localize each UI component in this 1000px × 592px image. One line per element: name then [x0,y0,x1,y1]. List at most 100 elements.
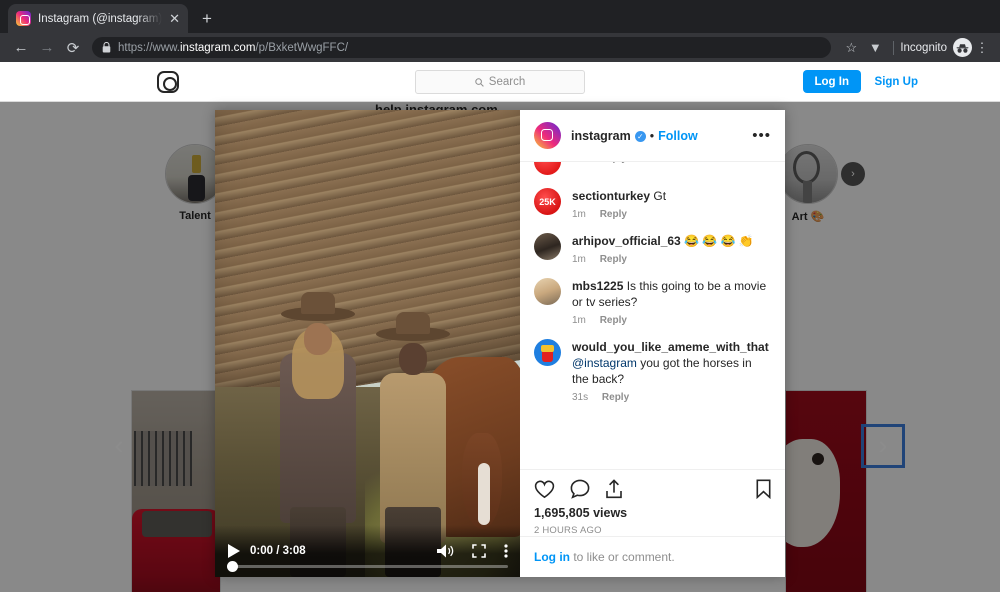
forward-button[interactable]: → [34,35,60,61]
url-host: instagram.com [180,41,256,54]
video-progress-handle[interactable] [227,561,238,572]
log-in-link[interactable]: Log in [534,550,570,564]
fullscreen-icon[interactable] [472,544,486,558]
search-icon [475,77,484,87]
separator-dot: • [649,128,655,143]
sign-up-link[interactable]: Sign Up [875,70,918,93]
toolbar-divider [893,40,895,55]
reload-button[interactable]: ⟳ [60,35,86,61]
comment-bubble-icon[interactable] [570,479,590,499]
comment-reply-button[interactable]: Reply [602,392,629,403]
comment-item: 1m Reply [534,162,771,175]
follow-button[interactable]: Follow [658,129,698,143]
comment-username[interactable]: mbs1225 [572,279,623,293]
comment-item: would_you_like_ameme_with_that @instagra… [534,339,771,403]
comment-username[interactable]: arhipov_official_63 [572,234,681,248]
back-button[interactable]: ← [8,35,34,61]
incognito-label: Incognito [900,41,947,54]
post-timestamp: 2 HOURS AGO [534,525,602,536]
browser-menu-icon[interactable]: ⋮ [972,40,992,56]
comment-reply-button[interactable]: Reply [600,315,627,326]
comments-list[interactable]: 1m Reply 25K sectionturkey Gt [520,162,785,469]
avatar[interactable]: 25K [534,188,561,215]
comment-text: sectionturkey Gt [572,188,771,204]
author-block: instagram ✓ • Follow [571,127,698,145]
view-count: 1,695,805 views [534,506,628,520]
url-path: /p/BxketWwgFFC/ [255,41,349,54]
login-prompt-text: to like or comment. [570,550,675,564]
comment-text: mbs1225 Is this going to be a movie or t… [572,278,771,310]
new-tab-button[interactable]: + [196,8,218,30]
comment-text: would_you_like_ameme_with_that @instagra… [572,339,771,387]
tab-strip: Instagram (@instagram) • Inst ✕ + [0,0,1000,33]
instagram-camera-logo-icon[interactable] [157,71,179,93]
browser-window: Instagram (@instagram) • Inst ✕ + ← → ⟳ … [0,0,1000,592]
url-scheme: https://www. [118,41,180,54]
verified-badge-icon: ✓ [634,130,646,142]
heart-icon[interactable] [534,480,555,499]
url-text: https://www.instagram.com/p/BxketWwgFFC/ [118,42,348,54]
comment-time: 1m [572,254,586,265]
search-placeholder: Search [488,76,526,88]
comment-time: 31s [572,392,589,403]
post-sidebar: instagram✓•Follow ••• 1m Reply [520,110,785,577]
post-actions: 1,695,805 views 2 HOURS AGO [520,469,785,536]
post-options-icon[interactable]: ••• [752,128,771,143]
incognito-hat-icon[interactable] [953,38,972,57]
video-time: 0:00 / 3:08 [250,545,306,557]
post-modal: 0:00 / 3:08 instagram ✓ • Follow ••• 25K… [215,110,785,577]
comment-time: 1m [572,315,586,326]
tab-close-icon[interactable]: ✕ [169,12,180,25]
bookmark-star-icon[interactable]: ☆ [839,40,863,56]
avatar[interactable] [534,122,561,149]
avatar[interactable] [534,162,561,175]
video-progress-bar[interactable] [227,561,508,572]
browser-toolbar: ← → ⟳ https://www.instagram.com/p/BxketW… [0,33,1000,62]
instagram-header: Search Log In Sign Up [0,62,1000,102]
tab-title: Instagram (@instagram) • Inst [38,12,163,25]
web-page: Search Log In Sign Up help.instagram.com… [0,62,1000,592]
comment-body: Gt [653,189,667,203]
instagram-favicon-icon [16,11,31,26]
comment-meta: 1m Reply [572,254,771,265]
video-controls: 0:00 / 3:08 [215,525,520,577]
comment-time: 1m [572,209,586,220]
comment-meta: 1m Reply [572,209,771,220]
comment-item: arhipov_official_63 😂 😂 😂 👏 1m Reply [534,233,771,265]
comment-meta: 1m Reply [572,315,771,326]
lock-icon [102,42,111,53]
comment-reply-button[interactable]: Reply [600,254,627,265]
comment-body: 😂 😂 😂 👏 [684,234,754,248]
action-row [534,479,771,499]
download-chevron-icon[interactable]: ▼ [863,40,887,55]
comment-meta: 1m Reply [572,162,771,164]
log-in-button[interactable]: Log In [802,70,861,93]
post-author-header: instagram ✓ • Follow ••• [520,110,785,162]
avatar[interactable] [534,278,561,305]
play-icon[interactable] [227,544,240,558]
login-prompt: Log in to like or comment. [520,536,785,577]
horse-blaze [478,463,490,525]
comment-reply-button[interactable]: Reply [600,162,627,164]
browser-tab[interactable]: Instagram (@instagram) • Inst ✕ [8,4,188,33]
search-input[interactable]: Search [415,70,585,94]
comment-time: 1m [572,162,586,164]
comment-mention[interactable]: @instagram [572,356,637,370]
author-username[interactable]: instagram [571,129,631,143]
volume-icon[interactable] [437,544,454,558]
comment-username[interactable]: sectionturkey [572,189,650,203]
close-icon[interactable]: ✕ [962,66,992,96]
comment-meta: 31s Reply [572,392,771,403]
comment-username[interactable]: would_you_like_ameme_with_that [572,340,769,354]
bookmark-icon[interactable] [756,479,771,499]
share-icon[interactable] [605,479,623,499]
comment-item: 25K sectionturkey Gt 1m Reply [534,188,771,220]
address-bar[interactable]: https://www.instagram.com/p/BxketWwgFFC/ [92,37,832,58]
avatar[interactable] [534,233,561,260]
comment-text: arhipov_official_63 😂 😂 😂 👏 [572,233,771,249]
video-options-icon[interactable] [504,544,508,558]
video-player[interactable]: 0:00 / 3:08 [215,110,520,577]
comment-reply-button[interactable]: Reply [600,209,627,220]
comment-item: mbs1225 Is this going to be a movie or t… [534,278,771,326]
avatar[interactable] [534,339,561,366]
